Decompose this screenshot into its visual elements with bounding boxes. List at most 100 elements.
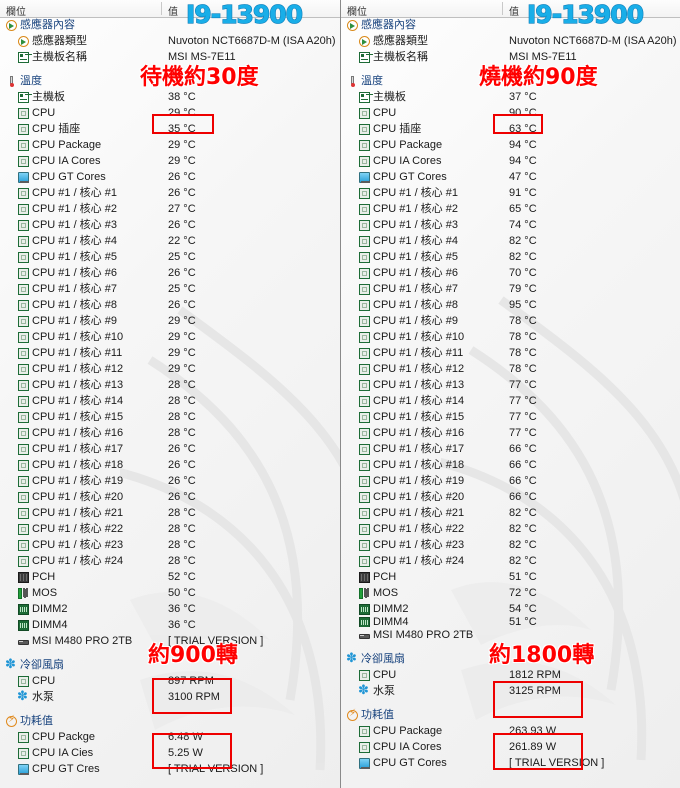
sensor-row[interactable]: CPU IA Cores 29 °C [0,153,340,169]
sensor-row[interactable]: CPU #1 / 核心 #8 26 °C [0,297,340,313]
sensor-row[interactable]: CPU GT Cres [ TRIAL VERSION ] [0,761,340,777]
sensor-row[interactable]: CPU #1 / 核心 #16 28 °C [0,425,340,441]
sensor-row[interactable]: MSI M480 PRO 2TB [ TRIAL VERSION ] [0,633,340,649]
sensor-row[interactable]: CPU #1 / 核心 #5 82 °C [341,249,680,265]
sensor-row[interactable]: 水泵 3125 RPM [341,683,680,699]
sensor-row[interactable]: CPU 897 RPM [0,673,340,689]
sensor-row[interactable]: CPU GT Cores [ TRIAL VERSION ] [341,755,680,771]
sensor-group-row[interactable]: 功耗值 [341,707,680,723]
sensor-row[interactable]: DIMM4 36 °C [0,617,340,633]
sensor-row[interactable]: MOS 50 °C [0,585,340,601]
sensor-row[interactable]: CPU #1 / 核心 #4 82 °C [341,233,680,249]
sensor-row[interactable]: CPU #1 / 核心 #2 65 °C [341,201,680,217]
sensor-row[interactable]: CPU #1 / 核心 #5 25 °C [0,249,340,265]
sensor-row[interactable]: CPU GT Cores 26 °C [0,169,340,185]
sensor-row[interactable]: CPU #1 / 核心 #16 77 °C [341,425,680,441]
sensor-row[interactable]: CPU #1 / 核心 #18 66 °C [341,457,680,473]
sensor-group-row[interactable]: 溫度 [0,73,340,89]
sensor-row[interactable]: CPU #1 / 核心 #11 78 °C [341,345,680,361]
sensor-group-row[interactable]: 功耗值 [0,713,340,729]
sensor-label-cell: 溫度 [347,73,383,89]
sensor-row[interactable]: CPU #1 / 核心 #2 27 °C [0,201,340,217]
sensor-row[interactable]: CPU #1 / 核心 #13 77 °C [341,377,680,393]
sensor-row[interactable]: 感應器類型 Nuvoton NCT6687D-M (ISA A20h) [341,33,680,49]
sensor-row[interactable]: CPU GT Cores 47 °C [341,169,680,185]
sensor-row[interactable]: CPU 90 °C [341,105,680,121]
sensor-row[interactable]: 主機板名稱 MSI MS-7E11 [341,49,680,65]
sensor-row[interactable]: 感應器類型 Nuvoton NCT6687D-M (ISA A20h) [0,33,340,49]
sensor-row[interactable]: DIMM2 36 °C [0,601,340,617]
sensor-row[interactable]: 主機板 37 °C [341,89,680,105]
sensor-row[interactable]: CPU #1 / 核心 #19 66 °C [341,473,680,489]
sensor-row[interactable]: 水泵 3100 RPM [0,689,340,705]
sensor-row-clipped[interactable]: DIMM4 51 °C [341,617,680,627]
sensor-row[interactable]: CPU #1 / 核心 #11 29 °C [0,345,340,361]
sensor-row[interactable]: CPU #1 / 核心 #20 66 °C [341,489,680,505]
sensor-row[interactable]: CPU #1 / 核心 #12 29 °C [0,361,340,377]
sensor-row[interactable]: CPU Package 29 °C [0,137,340,153]
sensor-list-load[interactable]: 感應器內容 感應器類型 Nuvoton NCT6687D-M (ISA A20h) 主… [341,17,680,771]
sensor-row[interactable]: CPU #1 / 核心 #22 82 °C [341,521,680,537]
sensor-row[interactable]: 主機板名稱 MSI MS-7E11 [0,49,340,65]
sensor-row[interactable]: CPU Package 94 °C [341,137,680,153]
sensor-row[interactable]: CPU #1 / 核心 #1 26 °C [0,185,340,201]
sensor-group-row[interactable]: 冷卻風扇 [0,657,340,673]
sensor-row[interactable]: CPU #1 / 核心 #24 28 °C [0,553,340,569]
sensor-row[interactable]: CPU #1 / 核心 #14 77 °C [341,393,680,409]
sensor-row[interactable]: CPU #1 / 核心 #3 26 °C [0,217,340,233]
sensor-row[interactable]: CPU #1 / 核心 #6 70 °C [341,265,680,281]
sensor-row[interactable]: CPU IA Cores 94 °C [341,153,680,169]
sensor-row[interactable]: CPU #1 / 核心 #13 28 °C [0,377,340,393]
sensor-row[interactable]: CPU Packge 6.48 W [0,729,340,745]
sensor-row[interactable]: CPU #1 / 核心 #18 26 °C [0,457,340,473]
sensor-row[interactable]: CPU #1 / 核心 #22 28 °C [0,521,340,537]
sensor-row[interactable]: DIMM4 51 °C [341,617,680,627]
sensor-row[interactable]: CPU #1 / 核心 #24 82 °C [341,553,680,569]
sensor-row[interactable]: CPU 29 °C [0,105,340,121]
sensor-row[interactable]: CPU IA Cies 5.25 W [0,745,340,761]
sensor-row[interactable]: CPU #1 / 核心 #21 82 °C [341,505,680,521]
sensor-row[interactable]: CPU #1 / 核心 #15 28 °C [0,409,340,425]
sensor-row[interactable]: CPU #1 / 核心 #17 66 °C [341,441,680,457]
sensor-row[interactable]: CPU #1 / 核心 #23 82 °C [341,537,680,553]
sensor-row[interactable]: CPU #1 / 核心 #10 29 °C [0,329,340,345]
sensor-row[interactable]: CPU #1 / 核心 #6 26 °C [0,265,340,281]
sensor-row[interactable]: CPU #1 / 核心 #4 22 °C [0,233,340,249]
sensor-row[interactable]: CPU #1 / 核心 #17 26 °C [0,441,340,457]
sensor-row[interactable]: CPU #1 / 核心 #8 95 °C [341,297,680,313]
sensor-row[interactable]: MOS 72 °C [341,585,680,601]
sensor-row[interactable]: CPU 插座 35 °C [0,121,340,137]
cpu-icon [359,315,370,327]
sensor-row[interactable]: CPU IA Cores 261.89 W [341,739,680,755]
sensor-row[interactable]: 主機板 38 °C [0,89,340,105]
sensor-label-text: CPU #1 / 核心 #4 [373,235,458,247]
sensor-group-row[interactable]: 感應器內容 [341,17,680,33]
sensor-row[interactable]: CPU #1 / 核心 #23 28 °C [0,537,340,553]
sensor-row[interactable]: PCH 52 °C [0,569,340,585]
sensor-row[interactable]: CPU #1 / 核心 #19 26 °C [0,473,340,489]
sensor-value-cell: 6.48 W [168,731,203,743]
sensor-row[interactable]: DIMM2 54 °C [341,601,680,617]
sensor-label-cell: MOS [18,585,57,601]
sensor-row[interactable]: CPU #1 / 核心 #7 79 °C [341,281,680,297]
sensor-row[interactable]: CPU 插座 63 °C [341,121,680,137]
sensor-group-row[interactable]: 冷卻風扇 [341,651,680,667]
sensor-row[interactable]: CPU 1812 RPM [341,667,680,683]
sensor-row[interactable]: MSI M480 PRO 2TB [341,627,680,643]
sensor-row[interactable]: CPU #1 / 核心 #10 78 °C [341,329,680,345]
sensor-row[interactable]: PCH 51 °C [341,569,680,585]
sensor-row[interactable]: CPU #1 / 核心 #15 77 °C [341,409,680,425]
sensor-list-idle[interactable]: 感應器內容 感應器類型 Nuvoton NCT6687D-M (ISA A20h) 主… [0,17,340,777]
sensor-row[interactable]: CPU #1 / 核心 #12 78 °C [341,361,680,377]
sensor-group-row[interactable]: 感應器內容 [0,17,340,33]
sensor-row[interactable]: CPU #1 / 核心 #20 26 °C [0,489,340,505]
sensor-row[interactable]: CPU Package 263.93 W [341,723,680,739]
sensor-row[interactable]: CPU #1 / 核心 #3 74 °C [341,217,680,233]
sensor-row[interactable]: CPU #1 / 核心 #9 29 °C [0,313,340,329]
sensor-group-row[interactable]: 溫度 [341,73,680,89]
sensor-row[interactable]: CPU #1 / 核心 #7 25 °C [0,281,340,297]
sensor-row[interactable]: CPU #1 / 核心 #9 78 °C [341,313,680,329]
sensor-row[interactable]: CPU #1 / 核心 #14 28 °C [0,393,340,409]
sensor-row[interactable]: CPU #1 / 核心 #1 91 °C [341,185,680,201]
sensor-row[interactable]: CPU #1 / 核心 #21 28 °C [0,505,340,521]
